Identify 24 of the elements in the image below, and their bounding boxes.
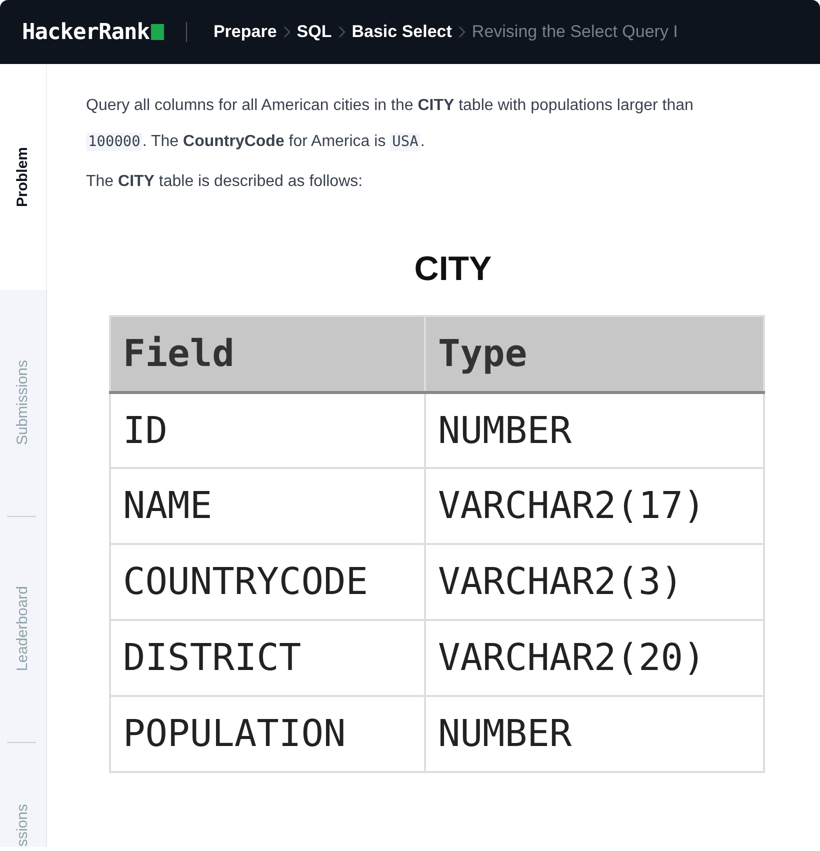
chevron-icon (458, 26, 466, 38)
table-cell: NAME (110, 468, 425, 544)
breadcrumb-link[interactable]: SQL (296, 19, 332, 45)
table-cell: VARCHAR2(3) (425, 544, 764, 620)
logo[interactable]: HackerRank (22, 16, 164, 48)
breadcrumb-link[interactable]: Prepare (213, 19, 277, 45)
problem-text: The CITY table is described as follows: (86, 172, 364, 192)
table-cell: VARCHAR2(17) (425, 468, 764, 544)
logo-mark-icon (151, 24, 164, 40)
table-cell: NUMBER (425, 392, 764, 468)
table-cell: ID (110, 392, 425, 468)
table-cell: DISTRICT (110, 620, 425, 696)
breadcrumb-link[interactable]: Basic Select (352, 19, 452, 45)
column-header: Type (425, 316, 764, 392)
problem-text: Query all columns for all American cities in the CITY table with populations larger than 100000. The CountryCode for America is USA. (86, 96, 694, 153)
table-cell: NUMBER (425, 696, 764, 772)
breadcrumb-link[interactable]: Revising the Select Query I (472, 19, 678, 45)
table-cell: COUNTRYCODE (110, 544, 425, 620)
column-header: Field (110, 316, 425, 392)
table-title: CITY (413, 249, 493, 290)
chevron-icon (338, 26, 346, 38)
chevron-icon (282, 26, 291, 38)
table-cell: VARCHAR2(20) (425, 620, 764, 696)
table-cell: POPULATION (110, 696, 425, 772)
